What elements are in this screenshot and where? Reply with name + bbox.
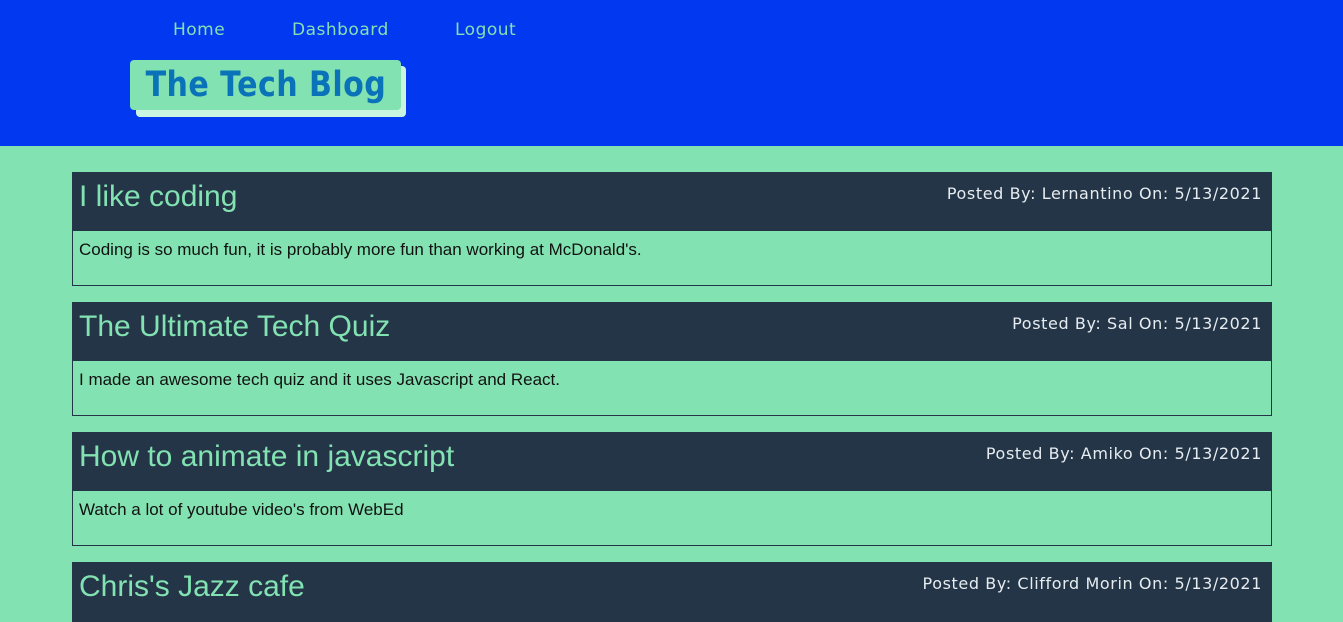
post-body: Watch a lot of youtube video's from WebE… [73, 491, 1271, 545]
post-title[interactable]: The Ultimate Tech Quiz [79, 310, 390, 344]
post-title[interactable]: Chris's Jazz cafe [79, 570, 305, 604]
post-body: I made an awesome tech quiz and it uses … [73, 361, 1271, 415]
post-header: Chris's Jazz cafe Posted By: Clifford Mo… [73, 563, 1271, 621]
post-card[interactable]: Chris's Jazz cafe Posted By: Clifford Mo… [72, 562, 1272, 622]
post-header: I like coding Posted By: Lernantino On: … [73, 173, 1271, 231]
post-title[interactable]: How to animate in javascript [79, 440, 454, 474]
nav-home-link[interactable]: Home [173, 20, 225, 40]
post-content: Watch a lot of youtube video's from WebE… [79, 500, 404, 519]
nav-dashboard-link[interactable]: Dashboard [292, 20, 389, 40]
site-header: Home Dashboard Logout The Tech Blog [0, 0, 1343, 146]
post-header: How to animate in javascript Posted By: … [73, 433, 1271, 491]
post-meta: Posted By: Sal On: 5/13/2021 [1012, 314, 1262, 333]
post-content: I made an awesome tech quiz and it uses … [79, 370, 560, 389]
post-meta: Posted By: Lernantino On: 5/13/2021 [946, 184, 1262, 203]
post-meta: Posted By: Amiko On: 5/13/2021 [985, 444, 1262, 463]
post-meta: Posted By: Clifford Morin On: 5/13/2021 [922, 574, 1262, 593]
nav-logout-link[interactable]: Logout [455, 20, 516, 40]
site-title: The Tech Blog [145, 65, 386, 105]
post-body: Coding is so much fun, it is probably mo… [73, 231, 1271, 285]
post-card[interactable]: How to animate in javascript Posted By: … [72, 432, 1272, 546]
post-header: The Ultimate Tech Quiz Posted By: Sal On… [73, 303, 1271, 361]
post-content: Coding is so much fun, it is probably mo… [79, 240, 642, 259]
post-card[interactable]: The Ultimate Tech Quiz Posted By: Sal On… [72, 302, 1272, 416]
site-logo[interactable]: The Tech Blog [130, 60, 401, 110]
post-title[interactable]: I like coding [79, 180, 237, 214]
post-card[interactable]: I like coding Posted By: Lernantino On: … [72, 172, 1272, 286]
